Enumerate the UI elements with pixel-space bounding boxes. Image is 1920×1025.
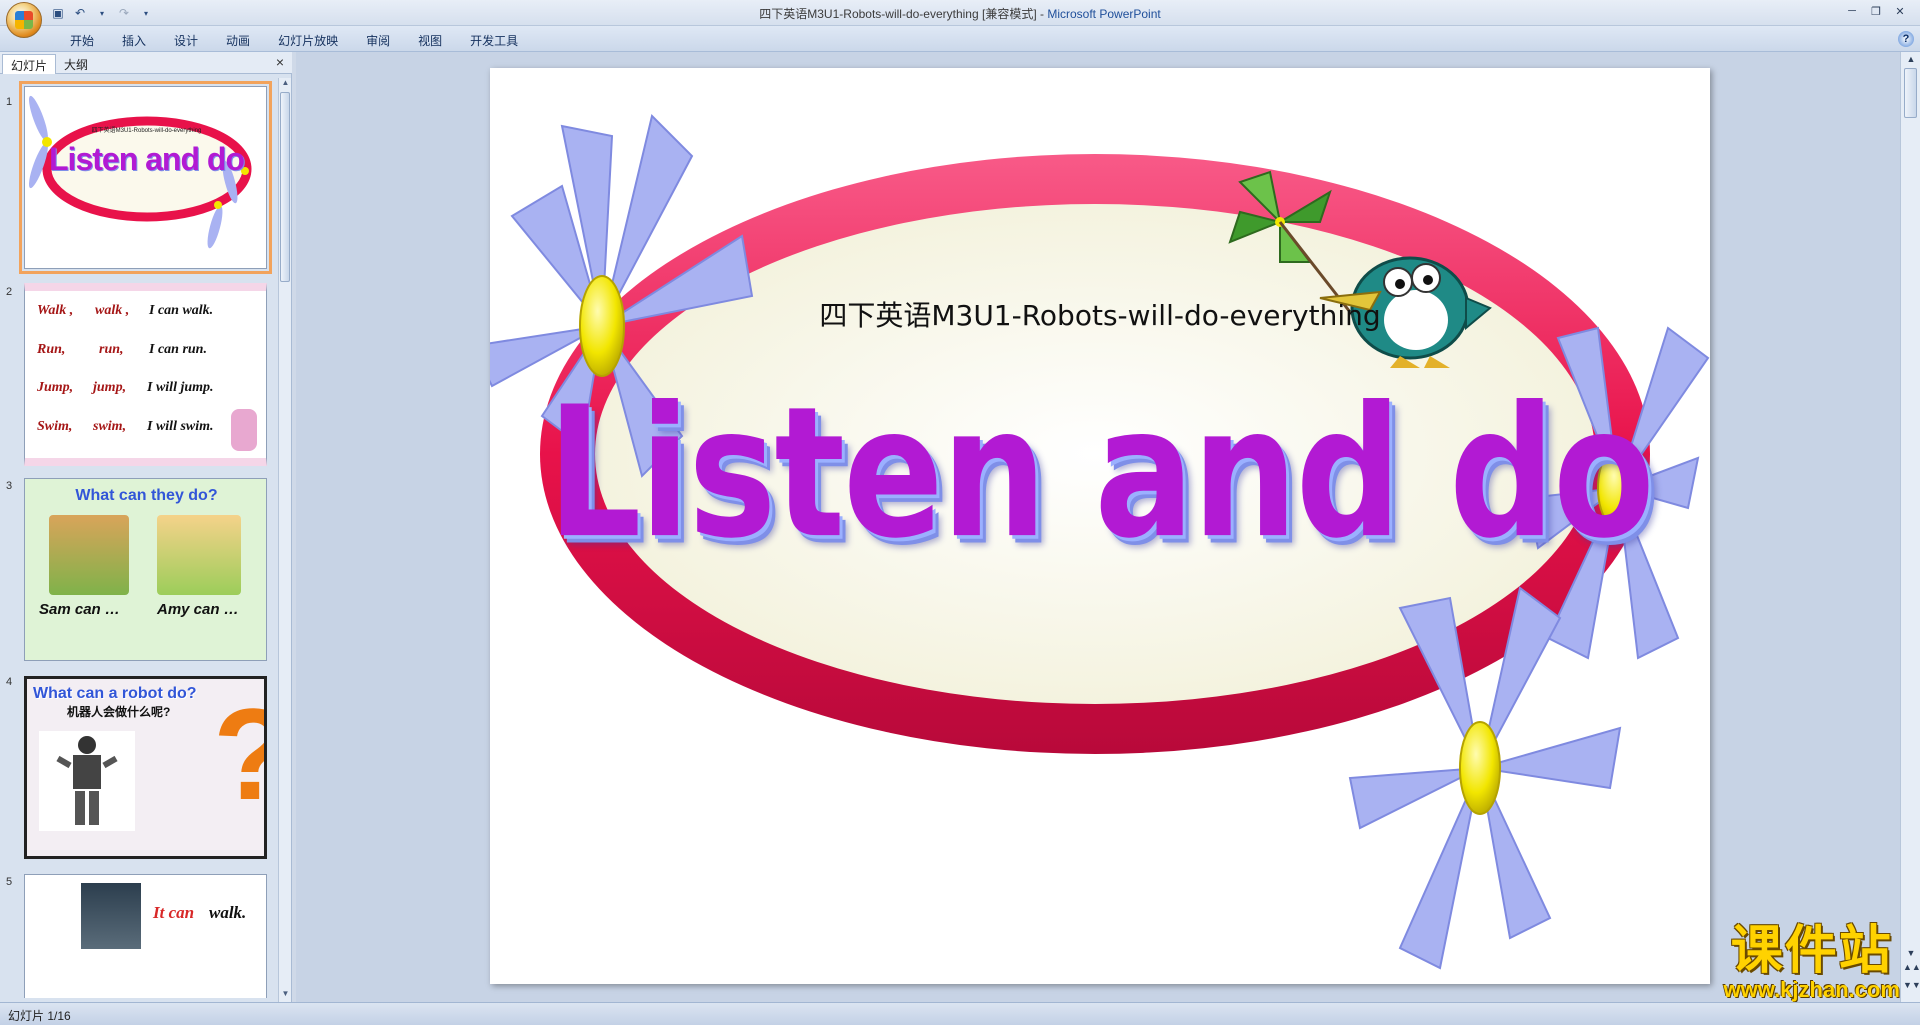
question-mark-icon: ? xyxy=(213,689,264,819)
office-logo-icon xyxy=(15,11,33,29)
close-icon[interactable]: ✕ xyxy=(1888,2,1912,20)
panel-close-icon[interactable]: × xyxy=(276,54,284,70)
thumb-text: I can run. xyxy=(149,342,207,357)
panel-tabs: 幻灯片 大纲 × xyxy=(0,52,292,74)
tab-animations[interactable]: 动画 xyxy=(212,30,264,51)
slides-panel: 幻灯片 大纲 × 1 四下英语M3U1-Robots-will-do-every… xyxy=(0,52,292,1002)
thumb-text: walk , xyxy=(95,303,130,318)
ribbon: 开始 插入 设计 动画 幻灯片放映 审阅 视图 开发工具 ? xyxy=(0,26,1920,52)
girl-image xyxy=(157,515,241,595)
thumb-heading: What can they do? xyxy=(75,487,218,504)
status-bar: 幻灯片 1/16 xyxy=(0,1002,1920,1025)
boy-image xyxy=(49,515,129,595)
thumbnail-slide-1[interactable]: 四下英语M3U1-Robots-will-do-everything Liste… xyxy=(19,81,272,274)
thumbnail-number: 3 xyxy=(6,480,13,492)
thumb-text: jump, xyxy=(93,380,127,395)
scrollbar-thumb[interactable] xyxy=(1904,68,1917,118)
watermark-text: 课件站 xyxy=(1730,921,1893,981)
title-bar: ▣ ↶ ▾ ↷ ▾ 四下英语M3U1-Robots-will-do-everyt… xyxy=(0,0,1920,38)
thumb-text: It can xyxy=(153,903,195,922)
thumbnail-slide-2[interactable]: Walk , walk , I can walk. Run, run, I ca… xyxy=(24,283,267,466)
thumb-text: Walk , xyxy=(37,303,74,318)
minimize-icon[interactable]: ─ xyxy=(1840,2,1864,20)
tab-outline[interactable]: 大纲 xyxy=(56,54,96,74)
tab-view[interactable]: 视图 xyxy=(404,30,456,51)
thumbnail-slide-4[interactable]: What can a robot do? 机器人会做什么呢? ? xyxy=(24,676,267,859)
thumb-subheading: 机器人会做什么呢? xyxy=(67,705,171,719)
thumbnail-slide-3[interactable]: What can they do? Sam can … Amy can … xyxy=(24,478,267,661)
restore-icon[interactable]: ❐ xyxy=(1864,2,1888,20)
thumb-heading: What can a robot do? xyxy=(33,685,197,702)
ribbon-tabs: 开始 插入 设计 动画 幻灯片放映 审阅 视图 开发工具 xyxy=(56,30,532,51)
tab-home[interactable]: 开始 xyxy=(56,30,108,51)
thumbnail-slide-5[interactable]: It can walk. xyxy=(24,874,267,998)
thumbnail-list: 1 四下英语M3U1-Robots-will-do-everything Lis… xyxy=(0,78,278,998)
thumbnail-number: 1 xyxy=(6,96,13,108)
scroll-up-icon[interactable]: ▲ xyxy=(1903,54,1919,68)
thumb-caption: Sam can … xyxy=(39,601,120,618)
thumbnail-number: 2 xyxy=(6,286,13,298)
slide-subtitle[interactable]: 四下英语M3U1-Robots-will-do-everything xyxy=(490,294,1710,334)
previous-slide-icon[interactable]: ▲▲ xyxy=(1903,962,1920,976)
thumb-text: I can walk. xyxy=(149,303,214,318)
scroll-down-icon[interactable]: ▼ xyxy=(1903,948,1919,962)
thumbnail-1-art xyxy=(28,95,252,249)
thumb-text: walk. xyxy=(209,903,247,922)
thumb-text: swim, xyxy=(93,419,127,434)
tab-slideshow[interactable]: 幻灯片放映 xyxy=(264,30,352,51)
tab-slides[interactable]: 幻灯片 xyxy=(2,54,57,74)
thumbnail-number: 4 xyxy=(6,676,13,688)
app-name: Microsoft PowerPoint xyxy=(1047,7,1161,21)
next-slide-icon[interactable]: ▼▼ xyxy=(1903,980,1920,994)
thumb-text: Jump, xyxy=(37,380,74,395)
thumb-caption: Amy can … xyxy=(157,601,239,618)
window-controls: ─ ❐ ✕ xyxy=(1840,2,1912,20)
thumb-text: I will swim. xyxy=(147,419,214,434)
help-icon[interactable]: ? xyxy=(1898,31,1914,47)
thumbnail-scrollbar[interactable]: ▲ ▼ xyxy=(278,78,291,1002)
scroll-up-icon[interactable]: ▲ xyxy=(279,78,292,91)
slide-counter: 幻灯片 1/16 xyxy=(8,1009,71,1023)
thumbnail-subtitle: 四下英语M3U1-Robots-will-do-everything xyxy=(91,128,202,134)
watermark-logo: 课件站 www.kjzhan.com xyxy=(1724,924,1900,1002)
title-separator: - xyxy=(1036,7,1048,21)
scrollbar-thumb[interactable] xyxy=(280,92,290,282)
robot-image xyxy=(39,731,135,831)
watermark-url: www.kjzhan.com xyxy=(1723,977,1900,1002)
monster-icon xyxy=(231,409,257,451)
thumb-text: I will jump. xyxy=(147,380,214,395)
thumb-text: run, xyxy=(99,342,124,357)
thumb-text: Swim, xyxy=(37,419,73,434)
scroll-down-icon[interactable]: ▼ xyxy=(279,989,292,1002)
tab-review[interactable]: 审阅 xyxy=(352,30,404,51)
tab-design[interactable]: 设计 xyxy=(160,30,212,51)
office-button[interactable] xyxy=(6,2,42,38)
slide-edit-area: 四下英语M3U1-Robots-will-do-everything Liste… xyxy=(296,52,1900,1002)
robot-image xyxy=(81,883,141,949)
thumbnail-number: 5 xyxy=(6,876,13,888)
slide-title[interactable]: Listen and do xyxy=(490,368,1710,578)
thumb-text: Run, xyxy=(37,342,66,357)
thumbnail-title: Listen and do xyxy=(49,141,245,177)
tab-insert[interactable]: 插入 xyxy=(108,30,160,51)
slide-scrollbar[interactable]: ▲ ▼ ▲▲ ▼▼ xyxy=(1900,52,1920,1002)
window-title: 四下英语M3U1-Robots-will-do-everything [兼容模式… xyxy=(0,5,1920,22)
document-title: 四下英语M3U1-Robots-will-do-everything [兼容模式… xyxy=(759,7,1037,21)
slide-canvas[interactable]: 四下英语M3U1-Robots-will-do-everything Liste… xyxy=(490,68,1710,984)
tab-developer[interactable]: 开发工具 xyxy=(456,30,532,51)
